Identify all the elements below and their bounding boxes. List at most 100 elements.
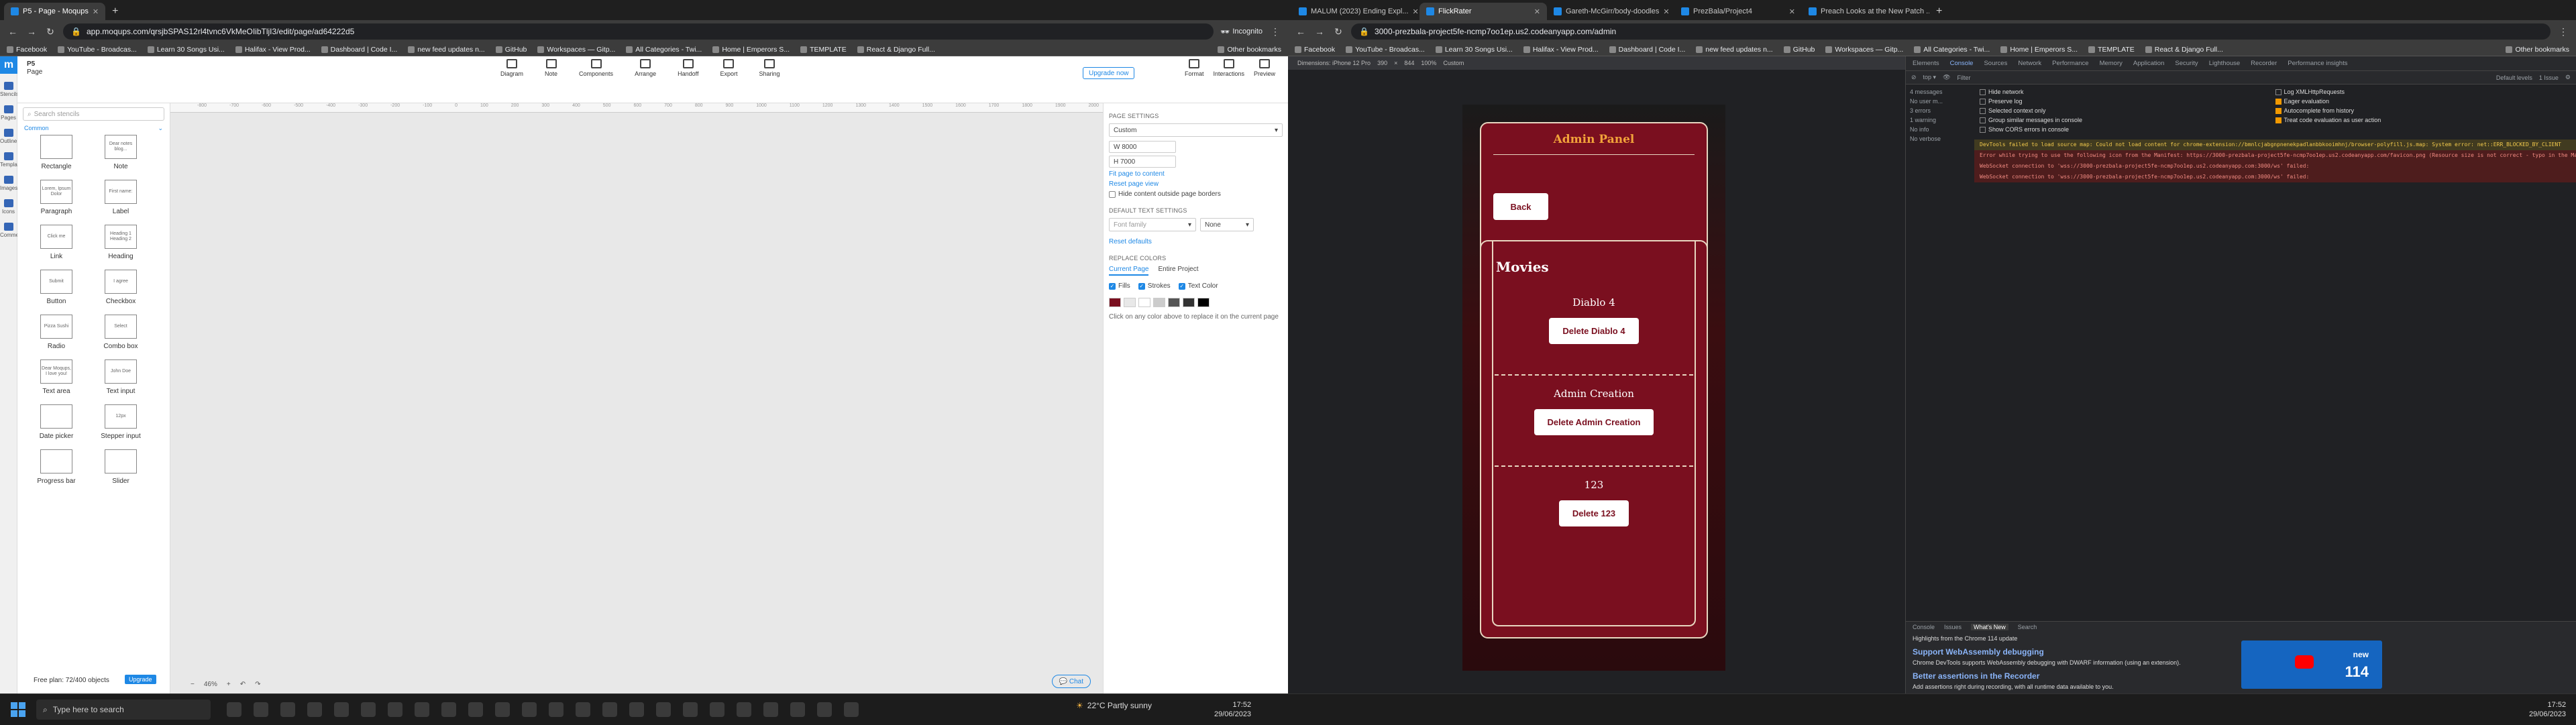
eye-icon[interactable]: 👁	[1943, 74, 1950, 81]
stencil-item[interactable]: John Doe Text input	[89, 359, 153, 395]
nav-outline[interactable]: Outline	[0, 129, 17, 144]
upgrade-now-button[interactable]: Upgrade now	[1083, 67, 1135, 79]
close-tab-icon[interactable]: ✕	[1663, 7, 1669, 16]
devtools-tab[interactable]: Performance insights	[2288, 60, 2347, 67]
fills-checkbox[interactable]: ✓ Fills	[1109, 282, 1130, 290]
bookmark-item[interactable]: Home | Emperors S...	[712, 46, 790, 54]
bookmark-item[interactable]: All Categories - Twi...	[1914, 46, 1990, 54]
taskbar-app-icon[interactable]	[415, 702, 429, 717]
back-icon[interactable]: ←	[7, 26, 19, 37]
bookmark-item[interactable]: Learn 30 Songs Usi...	[1435, 46, 1513, 54]
devtools-tab[interactable]: Console	[1950, 60, 1974, 67]
clock-right[interactable]: 17:52 29/06/2023	[2529, 700, 2566, 719]
device-height[interactable]: 844	[1404, 60, 1414, 66]
taskbar-app-icon[interactable]	[388, 702, 402, 717]
bookmark-item[interactable]: Facebook	[7, 46, 47, 54]
tool-components[interactable]: Components	[579, 59, 613, 77]
tool-sharing[interactable]: Sharing	[759, 59, 780, 77]
devtools-tab[interactable]: Sources	[1984, 60, 2007, 67]
devtools-tab[interactable]: Application	[2133, 60, 2164, 67]
stencil-item[interactable]: I agree Checkbox	[89, 270, 153, 305]
taskbar-app-icon[interactable]	[495, 702, 510, 717]
forward-icon[interactable]: →	[25, 26, 38, 37]
taskbar-app-icon[interactable]	[549, 702, 564, 717]
devtools-tab[interactable]: Security	[2175, 60, 2198, 67]
reload-icon[interactable]: ↻	[1332, 26, 1344, 38]
weather-widget[interactable]: ☀ 22°C Partly sunny	[1076, 701, 1152, 710]
nav-comments[interactable]: Comments	[0, 223, 26, 238]
stencil-item[interactable]: Slider	[89, 449, 153, 485]
taskbar-app-icon[interactable]	[227, 702, 241, 717]
drawer-tab[interactable]: Search	[2018, 624, 2037, 630]
gear-icon[interactable]: ⚙	[2565, 74, 2571, 81]
nav-stencils[interactable]: Stencils	[0, 82, 19, 97]
console-setting[interactable]: Eager evaluation	[2275, 97, 2571, 106]
bookmark-item[interactable]: Learn 30 Songs Usi...	[147, 46, 225, 54]
delete-movie-button[interactable]: Delete Admin Creation	[1534, 409, 1654, 435]
console-sidebar-item[interactable]: 4 messages	[1910, 87, 1970, 97]
taskbar-app-icon[interactable]	[254, 702, 268, 717]
font-family-select[interactable]: Font family ▾	[1109, 218, 1196, 231]
tool-handoff[interactable]: Handoff	[678, 59, 698, 77]
color-swatch[interactable]	[1124, 298, 1136, 307]
stencil-item[interactable]: First name: Label	[89, 180, 153, 215]
bookmark-item[interactable]: Halifax - View Prod...	[235, 46, 311, 54]
bookmark-item[interactable]: new feed updates n...	[408, 46, 485, 54]
delete-movie-button[interactable]: Delete Diablo 4	[1549, 318, 1639, 344]
drawer-tab[interactable]: What's New	[1971, 624, 2008, 630]
new-tab-button[interactable]: +	[105, 3, 125, 20]
nav-images[interactable]: Images	[0, 176, 17, 191]
canvas[interactable]: -800 -700 -600 -500 -400 -300 -200 -100 0 100 200 3…	[170, 103, 1103, 693]
bookmark-item[interactable]: Facebook	[1295, 46, 1335, 54]
console-setting[interactable]: Group similar messages in console	[1980, 115, 2275, 125]
console-message[interactable]: Error while trying to use the following …	[1974, 150, 2576, 161]
taskbar-app-icon[interactable]	[629, 702, 644, 717]
taskbar-app-icon[interactable]	[602, 702, 617, 717]
strokes-checkbox[interactable]: ✓ Strokes	[1138, 282, 1171, 290]
text-color-checkbox[interactable]: ✓ Text Color	[1178, 282, 1218, 290]
stencil-item[interactable]: Lorem, Ipsum Dolor Paragraph	[24, 180, 89, 215]
tool-format[interactable]: Format	[1185, 59, 1204, 77]
tool-export[interactable]: Export	[720, 59, 737, 77]
stencil-item[interactable]: Dear notes blog... Note	[89, 135, 153, 170]
stencil-item[interactable]: Date picker	[24, 404, 89, 440]
browser-tab[interactable]: MALUM (2023) Ending Expl... ✕	[1292, 3, 1419, 20]
device-select[interactable]: Dimensions: iPhone 12 Pro	[1297, 60, 1371, 66]
back-icon[interactable]: ←	[1295, 26, 1307, 37]
redo-icon[interactable]: ↷	[255, 681, 260, 688]
page-size-select[interactable]: Custom ▾	[1109, 123, 1283, 137]
taskbar-app-icon[interactable]	[790, 702, 805, 717]
page-height-input[interactable]: H 7000	[1109, 156, 1176, 168]
browser-tab[interactable]: PrezBala/Project4 ✕	[1674, 3, 1802, 20]
chat-button[interactable]: 💬 Chat	[1051, 675, 1091, 688]
forward-icon[interactable]: →	[1313, 26, 1326, 37]
reload-icon[interactable]: ↻	[44, 26, 56, 38]
color-swatch[interactable]	[1138, 298, 1150, 307]
color-swatch[interactable]	[1153, 298, 1165, 307]
bookmark-item[interactable]: YouTube - Broadcas...	[1346, 46, 1425, 54]
stencil-search-input[interactable]: ⌕ Search stencils	[23, 107, 164, 121]
tab-entire-project[interactable]: Entire Project	[1158, 266, 1198, 276]
hide-outside-checkbox[interactable]: Hide content outside page borders	[1109, 190, 1283, 198]
page-width-input[interactable]: W 8000	[1109, 141, 1176, 153]
clear-console-icon[interactable]: ⊘	[1911, 74, 1917, 81]
bookmark-item[interactable]: YouTube - Broadcas...	[58, 46, 137, 54]
font-style-select[interactable]: None ▾	[1200, 218, 1254, 231]
nav-templates[interactable]: Templates	[0, 152, 24, 168]
whats-new-video-thumbnail[interactable]: new 114	[2241, 640, 2382, 689]
stencil-item[interactable]: 12px Stepper input	[89, 404, 153, 440]
bookmark-item[interactable]: new feed updates n...	[1696, 46, 1773, 54]
delete-movie-button[interactable]: Delete 123	[1558, 500, 1629, 526]
console-message[interactable]: DevTools failed to load source map: Coul…	[1974, 140, 2576, 150]
console-message[interactable]: WebSocket connection to 'wss://3000-prez…	[1974, 172, 2576, 182]
tool-interactions[interactable]: Interactions	[1214, 59, 1244, 77]
stencil-item[interactable]: Progress bar	[24, 449, 89, 485]
browser-tab[interactable]: Preach Looks at the New Patch ...✕	[1802, 3, 1929, 20]
page-title-block[interactable]: P5 Page	[27, 60, 42, 76]
reset-view-link[interactable]: Reset page view	[1109, 180, 1283, 188]
context-select[interactable]: top ▾	[1923, 74, 1937, 81]
color-swatch[interactable]	[1183, 298, 1195, 307]
console-setting[interactable]: Log XMLHttpRequests	[2275, 87, 2571, 97]
zoom-level[interactable]: 46%	[204, 681, 217, 688]
taskbar-app-icon[interactable]	[710, 702, 724, 717]
